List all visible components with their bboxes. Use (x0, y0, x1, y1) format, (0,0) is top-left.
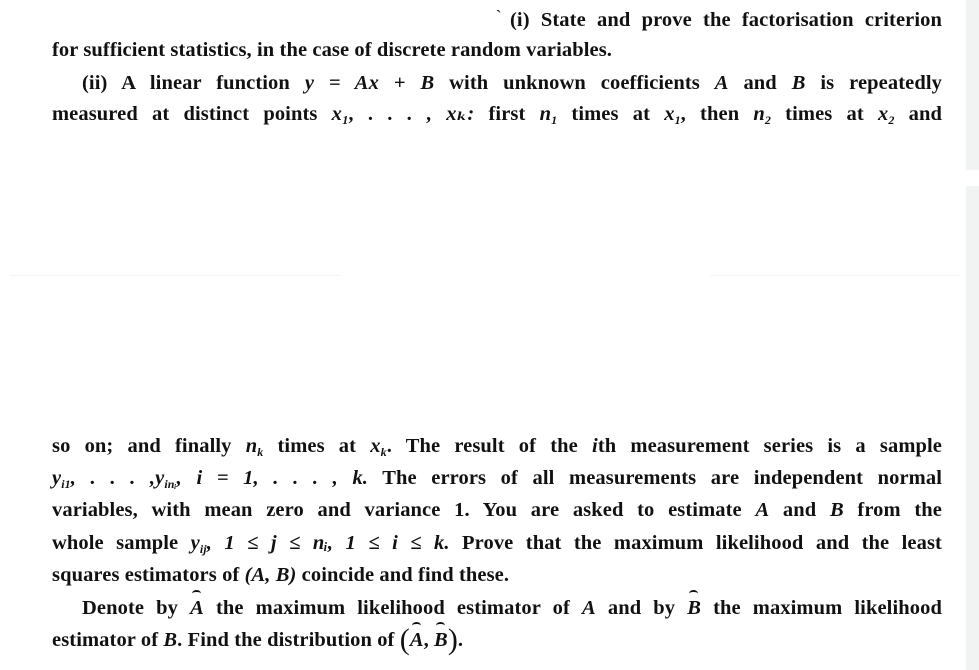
text: . Find the distribution of (177, 629, 395, 651)
text: and (782, 499, 817, 521)
text: for sufficient statistics, in the case o… (52, 39, 613, 61)
text: Denote by (82, 597, 179, 619)
A-hat: A (190, 590, 204, 622)
question-part-i-line-1: (i) State and prove the factorisation cr… (510, 6, 942, 34)
x2: x2 (877, 103, 895, 127)
var-A: A (755, 499, 770, 521)
document-page: ` (i) State and prove the factorisation … (0, 0, 966, 670)
x1: x1, then (664, 103, 740, 126)
var-B-group: B. Find the distribution of (163, 629, 394, 651)
question-part-ii-line-7: squares estimators of (A, B) coincide an… (52, 561, 942, 589)
var-A: A (581, 597, 596, 619)
question-part-ii-line-9: estimator of B. Find the distribution of… (52, 622, 942, 655)
text: coincide and find these. (301, 564, 510, 586)
n2: n2 (753, 103, 771, 127)
period: . (457, 629, 464, 651)
text: is repeatedly (820, 72, 942, 94)
sample-seq: yi1, . . . ,yinᵢ, i = 1, . . . , k. (52, 467, 369, 491)
var: x (664, 103, 675, 125)
text: times at (277, 435, 357, 457)
text: and (743, 72, 777, 94)
points-list: x₁, . . . , xₖ: (331, 103, 475, 125)
question-part-ii-line-3: so on; and finally nk times at xk. The r… (52, 432, 942, 460)
question-part-ii-line-5: variables, with mean zero and variance 1… (52, 496, 942, 524)
paren-close: ) (447, 623, 458, 656)
A-hat: A (410, 622, 424, 654)
text: times at (785, 103, 864, 125)
var: y (155, 467, 165, 489)
subscript: k (257, 445, 264, 459)
text: , then (680, 103, 740, 125)
var: n (245, 435, 258, 457)
text: times at (571, 103, 651, 125)
question-part-ii-line-8: Denote by A the maximum likelihood estim… (82, 590, 942, 622)
side-panel-bottom (966, 186, 979, 670)
side-panel-top (966, 0, 979, 170)
text: and (908, 103, 942, 125)
var: x (877, 103, 889, 125)
comma: , (423, 629, 435, 651)
text: from the (857, 499, 943, 521)
B-hat: B (687, 590, 701, 622)
text: with unknown coefficients (449, 72, 700, 94)
scan-artifact (710, 275, 960, 276)
var: n (753, 103, 765, 125)
var: n (539, 103, 552, 125)
dots: , . . . , (70, 467, 156, 489)
subscript: 1 (551, 113, 558, 127)
index-range: , i = 1, . . . , k. (176, 467, 369, 489)
stray-mark: ` (496, 8, 502, 25)
estimator-pair: (A, B). (400, 622, 464, 655)
var: y (190, 532, 200, 554)
question-part-i-line-2: for sufficient statistics, in the case o… (52, 36, 752, 64)
question-part-ii-line-4: yi1, . . . ,yinᵢ, i = 1, . . . , k. The … (52, 464, 942, 492)
text: th measurement series is a sample (597, 435, 942, 457)
text: whole sample (52, 532, 179, 554)
text: first (488, 103, 526, 125)
text: (i) State and prove the factorisation cr… (510, 9, 942, 31)
subscript: ij (199, 542, 207, 556)
text: so on; and finally (52, 435, 232, 457)
text: . The result of the (386, 435, 578, 457)
scan-artifact (10, 275, 340, 276)
n1: n1 (539, 103, 558, 127)
text: the maximum likelihood (713, 597, 942, 619)
text: estimator of (52, 629, 159, 651)
xk: xk. The result of the (370, 435, 578, 458)
text: measured at distinct points (52, 103, 318, 125)
text: the maximum likelihood estimator of (215, 597, 570, 619)
var: y (52, 467, 62, 489)
text: squares estimators of (52, 564, 240, 586)
question-part-ii-line-1: (ii) A linear function y = Ax + B with u… (82, 69, 942, 97)
text: (ii) A linear function (82, 72, 290, 94)
nk: nk (245, 435, 264, 459)
pair-AB: (A, B) (244, 564, 297, 586)
question-part-ii-line-6: whole sample yij, 1 ≤ j ≤ nᵢ, 1 ≤ i ≤ k.… (52, 529, 942, 557)
yij: yij, 1 ≤ j ≤ nᵢ, 1 ≤ i ≤ k. (190, 532, 450, 556)
linear-equation: y = Ax + B (304, 72, 435, 94)
index-conditions: , 1 ≤ j ≤ nᵢ, 1 ≤ i ≤ k. (206, 532, 450, 554)
text: Prove that the maximum likelihood and th… (462, 532, 942, 554)
subscript: i1 (61, 477, 71, 491)
var-A: A (714, 72, 729, 94)
text: The errors of all measurements are indep… (382, 467, 942, 489)
subscript: inᵢ (164, 477, 177, 491)
var-B: B (791, 72, 806, 94)
text: and by (607, 597, 676, 619)
ith: ith measurement series is a sample (592, 435, 942, 457)
paren-open: ( (399, 623, 410, 656)
var: x (370, 435, 381, 457)
subscript: 2 (764, 113, 771, 127)
subscript: 2 (888, 113, 895, 127)
B-hat: B (434, 622, 448, 654)
var-B: B (829, 499, 844, 521)
text: variables, with mean zero and variance 1… (52, 499, 742, 521)
var-B: B (163, 629, 178, 651)
question-part-ii-line-2: measured at distinct points x₁, . . . , … (52, 100, 942, 128)
